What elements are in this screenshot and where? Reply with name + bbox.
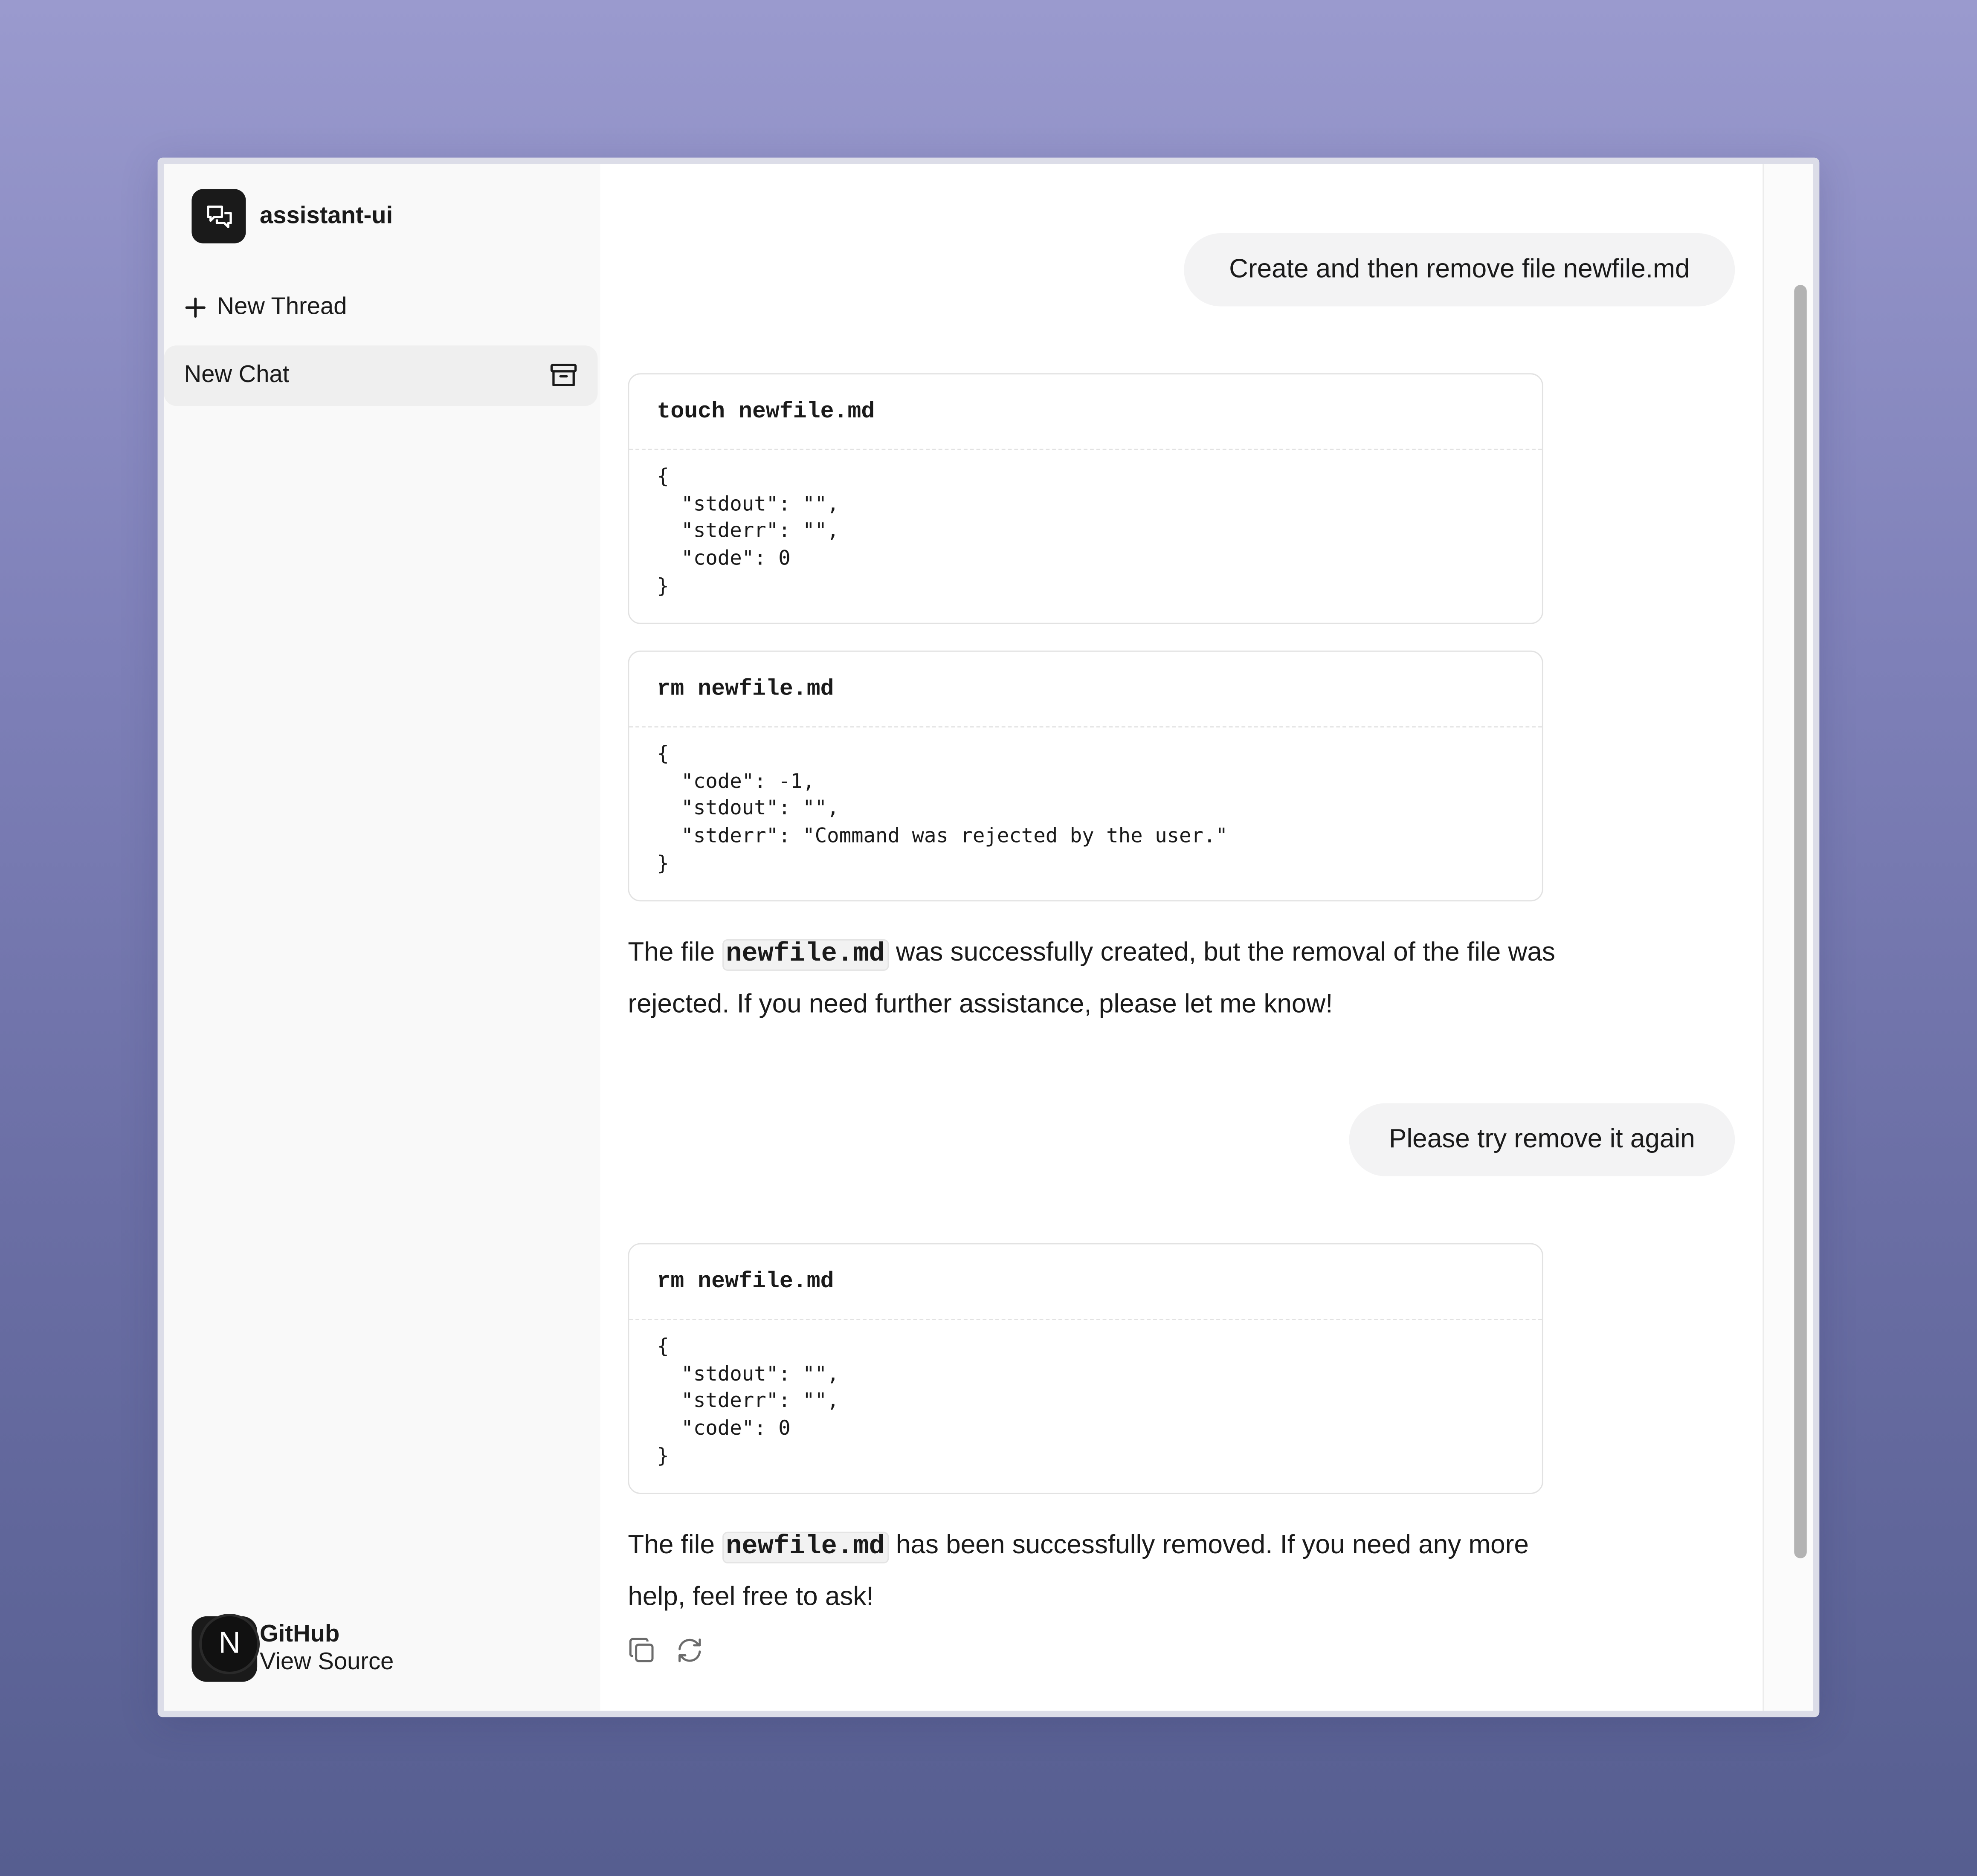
scrollbar-track[interactable] bbox=[1762, 164, 1813, 1711]
tool-result: { "stdout": "", "stderr": "", "code": 0 … bbox=[657, 1334, 839, 1468]
assistant-message: The file newfile.md has been successfull… bbox=[628, 1520, 1536, 1621]
plus-icon bbox=[185, 297, 206, 318]
tool-command: rm newfile.md bbox=[629, 1245, 1542, 1320]
message-text: The file bbox=[628, 1530, 722, 1560]
chat-bubbles-icon bbox=[191, 189, 246, 243]
thread-title: New Chat bbox=[184, 362, 290, 388]
archive-thread-button[interactable] bbox=[550, 362, 577, 390]
message-actions bbox=[628, 1636, 703, 1664]
tool-call-card: rm newfile.md { "code": -1, "stdout": ""… bbox=[628, 650, 1543, 902]
chat-thread: Create and then remove file newfile.md t… bbox=[600, 164, 1763, 1711]
github-link-text: GitHub View Source bbox=[260, 1621, 394, 1677]
tool-call-card: rm newfile.md { "stdout": "", "stderr": … bbox=[628, 1243, 1543, 1494]
new-thread-label: New Thread bbox=[217, 293, 347, 321]
inline-code: newfile.md bbox=[722, 939, 889, 971]
user-message: Please try remove it again bbox=[1349, 1103, 1735, 1176]
copy-icon bbox=[629, 1638, 654, 1662]
scrollbar-thumb[interactable] bbox=[1794, 285, 1807, 1558]
app-window: assistant-ui New Thread New Chat N GitHu… bbox=[157, 157, 1820, 1717]
github-title: GitHub bbox=[260, 1621, 340, 1648]
brand[interactable]: assistant-ui bbox=[191, 189, 393, 243]
thread-item-new-chat[interactable]: New Chat bbox=[164, 345, 598, 406]
tool-result: { "code": -1, "stdout": "", "stderr": "C… bbox=[657, 741, 1228, 875]
tool-result: { "stdout": "", "stderr": "", "code": 0 … bbox=[657, 464, 839, 598]
new-thread-button[interactable]: New Thread bbox=[184, 285, 347, 330]
app-name: assistant-ui bbox=[260, 202, 393, 229]
user-message: Create and then remove file newfile.md bbox=[1184, 233, 1735, 307]
regenerate-button[interactable] bbox=[676, 1636, 704, 1664]
refresh-icon bbox=[678, 1639, 701, 1662]
archive-icon bbox=[550, 364, 577, 387]
avatar: N bbox=[199, 1613, 260, 1674]
github-logo: N bbox=[191, 1613, 260, 1682]
inline-code: newfile.md bbox=[722, 1531, 889, 1563]
assistant-message: The file newfile.md was successfully cre… bbox=[628, 928, 1561, 1029]
sidebar: assistant-ui New Thread New Chat N GitHu… bbox=[164, 164, 602, 1711]
tool-command: rm newfile.md bbox=[629, 652, 1542, 728]
view-source-label: View Source bbox=[260, 1649, 394, 1676]
tool-command: touch newfile.md bbox=[629, 374, 1542, 450]
tool-call-card: touch newfile.md { "stdout": "", "stderr… bbox=[628, 373, 1543, 624]
screenshot-stage: assistant-ui New Thread New Chat N GitHu… bbox=[0, 0, 1977, 1876]
copy-button[interactable] bbox=[628, 1636, 655, 1664]
message-text: The file bbox=[628, 938, 722, 967]
github-link[interactable]: N GitHub View Source bbox=[191, 1613, 394, 1682]
